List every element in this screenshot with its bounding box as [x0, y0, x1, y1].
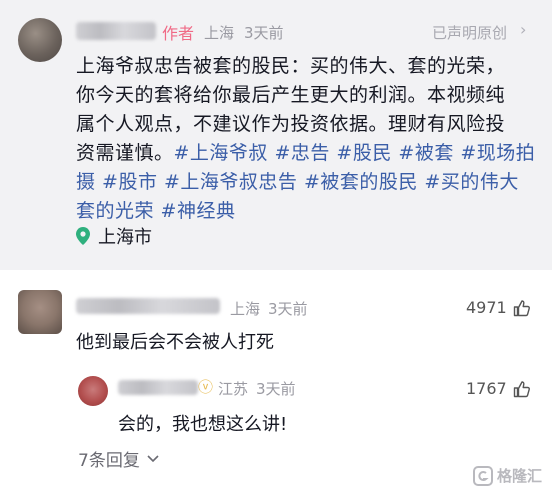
post-text-plain: 资需谨慎。 — [76, 142, 174, 164]
comment-location: 上海 — [230, 300, 261, 318]
post-text-line: 属个人观点，不建议作为投资依据。理财有风险投 — [76, 113, 506, 135]
reply-text: 会的，我也想这么讲! — [118, 414, 288, 435]
location-tag[interactable]: 上海市 — [76, 222, 152, 250]
replier-avatar[interactable] — [78, 376, 108, 406]
like-button[interactable]: 1767 — [466, 379, 531, 398]
watermark-logo-icon — [472, 465, 493, 486]
comment-time: 3天前 — [268, 300, 308, 318]
location-pin-icon — [76, 227, 90, 245]
like-count: 4971 — [466, 298, 507, 317]
post-location: 上海 — [204, 24, 235, 42]
reply-location: 江苏 — [218, 380, 249, 398]
hashtag-links[interactable]: #上海爷叔 #忠告 #股民 #被套 #现场拍 — [174, 142, 536, 164]
original-declared-label: 已声明原创 — [432, 24, 508, 42]
watermark-text: 格隆汇 — [496, 467, 542, 485]
post-author-name[interactable] — [76, 22, 156, 40]
like-button[interactable]: 4971 — [466, 298, 531, 317]
comment-text: 他到最后会不会被人打死 — [76, 332, 274, 353]
expand-replies-label: 7条回复 — [78, 451, 140, 471]
commenter-avatar[interactable] — [18, 290, 62, 334]
hashtag-links[interactable]: 摄 #股市 #上海爷叔忠告 #被套的股民 #买的伟大 — [76, 168, 540, 197]
post-text: 上海爷叔忠告被套的股民：买的伟大、套的光荣， 你今天的套将给你最后产生更大的利润… — [76, 52, 540, 226]
chevron-right-icon[interactable]: › — [520, 20, 526, 39]
post-text-line: 你今天的套将给你最后产生更大的利润。本视频纯 — [76, 84, 506, 106]
watermark: 格隆汇 — [472, 465, 542, 486]
commenter-name[interactable] — [76, 298, 220, 314]
like-count: 1767 — [466, 379, 507, 398]
expand-replies-button[interactable]: 7条回复 — [78, 446, 160, 471]
post-author-avatar[interactable] — [18, 18, 62, 62]
post-time: 3天前 — [244, 24, 284, 42]
reply-time: 3天前 — [256, 380, 296, 398]
original-post: 作者 上海 3天前 已声明原创 › 上海爷叔忠告被套的股民：买的伟大、套的光荣，… — [0, 0, 552, 270]
thumbs-up-icon — [513, 380, 530, 397]
post-text-line: 资需谨慎。#上海爷叔 #忠告 #股民 #被套 #现场拍 — [76, 139, 540, 168]
verified-badge-icon: ⓥ — [198, 378, 214, 396]
chevron-down-icon — [147, 454, 159, 462]
replier-name[interactable] — [118, 380, 198, 395]
thumbs-up-icon — [513, 299, 530, 316]
author-tag: 作者 — [162, 24, 195, 43]
location-tag-label: 上海市 — [98, 227, 152, 248]
post-text-line: 上海爷叔忠告被套的股民：买的伟大、套的光荣， — [76, 55, 506, 77]
